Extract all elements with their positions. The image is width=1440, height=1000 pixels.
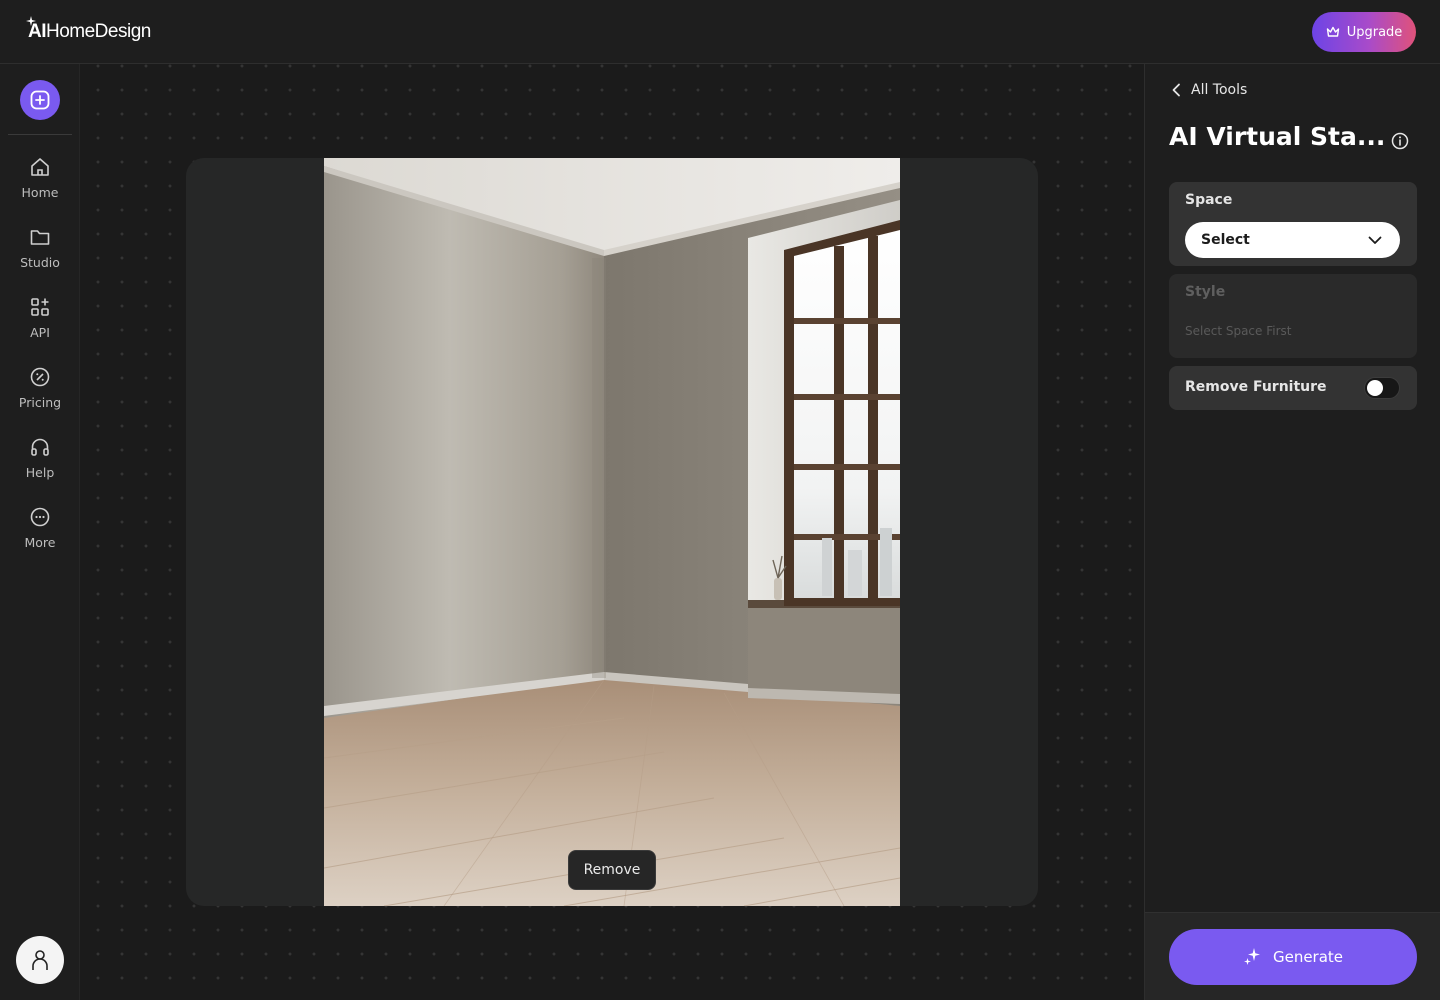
logo[interactable]: AI HomeDesign <box>26 16 151 44</box>
sidebar: Home Studio API Pricing Help More <box>0 64 80 1000</box>
user-icon <box>32 950 48 970</box>
generate-button[interactable]: Generate <box>1169 929 1417 985</box>
remove-image-button[interactable]: Remove <box>568 850 656 890</box>
remove-furniture-label: Remove Furniture <box>1185 379 1327 395</box>
sidebar-item-label: Help <box>25 465 55 480</box>
sidebar-item-pricing[interactable]: Pricing <box>0 364 80 424</box>
toggle-knob <box>1367 380 1383 396</box>
panel-footer: Generate <box>1145 912 1440 1000</box>
sidebar-item-label: More <box>24 535 56 550</box>
upgrade-label: Upgrade <box>1346 24 1403 40</box>
room-photo <box>324 158 900 906</box>
style-hint: Select Space First <box>1185 324 1292 338</box>
sidebar-item-label: Home <box>21 185 59 200</box>
sidebar-divider <box>8 134 72 135</box>
style-card: Style Select Space First <box>1169 274 1417 358</box>
sidebar-item-label: API <box>30 325 50 340</box>
space-label: Space <box>1185 192 1233 208</box>
top-bar: AI HomeDesign Upgrade <box>0 0 1440 64</box>
headphones-icon <box>31 438 49 456</box>
sidebar-item-api[interactable]: API <box>0 294 80 354</box>
sidebar-item-studio[interactable]: Studio <box>0 224 80 284</box>
sparkle-icon <box>1243 948 1260 965</box>
grid-plus-icon <box>31 298 49 316</box>
chevron-down-icon <box>1368 236 1382 244</box>
crown-icon <box>1326 26 1339 37</box>
canvas-area: Remove <box>80 64 1144 1000</box>
image-frame: Remove <box>186 158 1038 906</box>
sidebar-item-label: Pricing <box>18 395 62 410</box>
all-tools-link[interactable]: All Tools <box>1171 80 1247 100</box>
home-icon <box>31 158 49 176</box>
settings-panel: All Tools AI Virtual Sta... Space Select… <box>1144 64 1440 1000</box>
space-select-value: Select <box>1201 232 1250 248</box>
all-tools-label: All Tools <box>1191 82 1248 98</box>
user-avatar[interactable] <box>16 936 64 984</box>
info-icon[interactable] <box>1391 132 1409 150</box>
tool-title: AI Virtual Sta... <box>1169 122 1386 151</box>
chevron-left-icon <box>1172 83 1180 97</box>
remove-furniture-toggle[interactable] <box>1364 377 1400 399</box>
sidebar-item-home[interactable]: Home <box>0 154 80 214</box>
new-project-button[interactable] <box>20 80 60 120</box>
logo-brand-text: HomeDesign <box>46 21 151 42</box>
generate-label: Generate <box>1272 948 1344 966</box>
more-icon <box>30 507 50 527</box>
space-select[interactable]: Select <box>1185 222 1400 258</box>
sidebar-item-more[interactable]: More <box>0 504 80 564</box>
sparkle-icon <box>26 16 36 26</box>
style-label: Style <box>1185 284 1226 300</box>
sidebar-item-label: Studio <box>20 255 60 270</box>
sidebar-item-help[interactable]: Help <box>0 434 80 494</box>
folder-icon <box>30 230 50 245</box>
plus-square-icon <box>30 90 50 110</box>
percent-badge-icon <box>30 367 50 387</box>
space-card: Space Select <box>1169 182 1417 266</box>
upgrade-button[interactable]: Upgrade <box>1312 12 1416 52</box>
remove-furniture-card: Remove Furniture <box>1169 366 1417 410</box>
